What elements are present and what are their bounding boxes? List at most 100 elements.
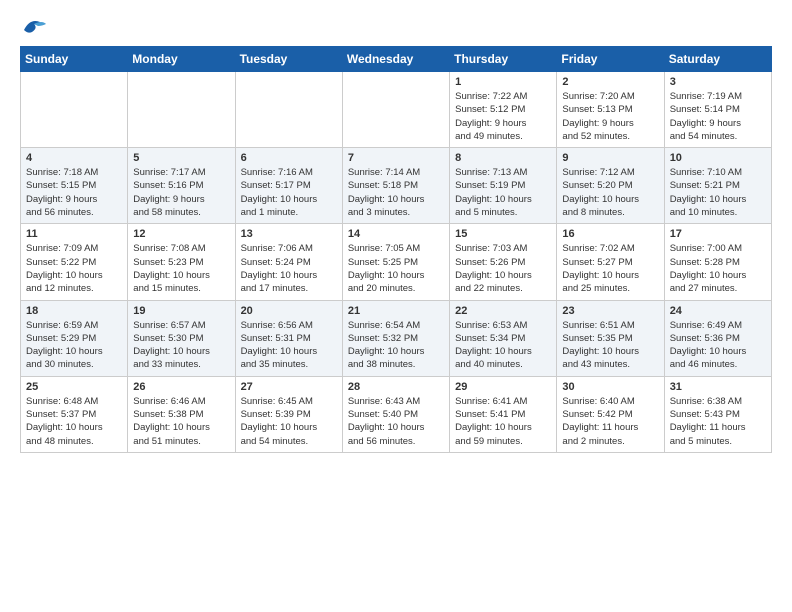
calendar-day-cell: 10Sunrise: 7:10 AMSunset: 5:21 PMDayligh… — [664, 148, 771, 224]
day-info: Sunrise: 7:22 AMSunset: 5:12 PMDaylight:… — [455, 90, 551, 143]
calendar-header-monday: Monday — [128, 47, 235, 72]
day-number: 9 — [562, 152, 658, 164]
day-number: 21 — [348, 305, 444, 317]
day-number: 11 — [26, 228, 122, 240]
day-number: 4 — [26, 152, 122, 164]
calendar-empty-cell — [342, 72, 449, 148]
page: SundayMondayTuesdayWednesdayThursdayFrid… — [0, 0, 792, 469]
calendar-day-cell: 19Sunrise: 6:57 AMSunset: 5:30 PMDayligh… — [128, 300, 235, 376]
calendar-day-cell: 24 Sunrise: 6:49 AMSunset: 5:36 PMDayligh… — [664, 300, 771, 376]
day-number: 24 — [670, 305, 766, 317]
day-info: Sunrise: 7:20 AMSunset: 5:13 PMDaylight:… — [562, 90, 658, 143]
calendar-day-cell: 28 Sunrise: 6:43 AMSunset: 5:40 PMDayligh… — [342, 376, 449, 452]
day-number: 14 — [348, 228, 444, 240]
calendar-header-saturday: Saturday — [664, 47, 771, 72]
day-info: Sunrise: 6:40 AMSunset: 5:42 PMDaylight:… — [562, 395, 658, 448]
calendar-day-cell: 7Sunrise: 7:14 AMSunset: 5:18 PMDaylight… — [342, 148, 449, 224]
day-number: 31 — [670, 381, 766, 393]
day-number: 8 — [455, 152, 551, 164]
calendar-day-cell: 4 Sunrise: 7:18 AMSunset: 5:15 PMDaylight… — [21, 148, 128, 224]
calendar-header-thursday: Thursday — [450, 47, 557, 72]
calendar-day-cell: 8 Sunrise: 7:13 AMSunset: 5:19 PMDaylight… — [450, 148, 557, 224]
day-number: 1 — [455, 76, 551, 88]
day-info: Sunrise: 7:17 AMSunset: 5:16 PMDaylight:… — [133, 166, 229, 219]
calendar-day-cell: 30 Sunrise: 6:40 AMSunset: 5:42 PMDayligh… — [557, 376, 664, 452]
day-info: Sunrise: 6:53 AMSunset: 5:34 PMDaylight:… — [455, 319, 551, 372]
day-info: Sunrise: 7:13 AMSunset: 5:19 PMDaylight:… — [455, 166, 551, 219]
day-number: 13 — [241, 228, 337, 240]
calendar-day-cell: 18 Sunrise: 6:59 AMSunset: 5:29 PMDayligh… — [21, 300, 128, 376]
day-info: Sunrise: 6:48 AMSunset: 5:37 PMDaylight:… — [26, 395, 122, 448]
day-number: 26 — [133, 381, 229, 393]
calendar-week-row: 11 Sunrise: 7:09 AMSunset: 5:22 PMDayligh… — [21, 224, 772, 300]
day-number: 22 — [455, 305, 551, 317]
day-number: 30 — [562, 381, 658, 393]
calendar-day-cell: 31 Sunrise: 6:38 AMSunset: 5:43 PMDayligh… — [664, 376, 771, 452]
calendar-header-wednesday: Wednesday — [342, 47, 449, 72]
logo — [20, 16, 48, 38]
day-info: Sunrise: 7:09 AMSunset: 5:22 PMDaylight:… — [26, 242, 122, 295]
calendar-day-cell: 23Sunrise: 6:51 AMSunset: 5:35 PMDayligh… — [557, 300, 664, 376]
day-info: Sunrise: 7:12 AMSunset: 5:20 PMDaylight:… — [562, 166, 658, 219]
calendar-day-cell: 9 Sunrise: 7:12 AMSunset: 5:20 PMDaylight… — [557, 148, 664, 224]
day-info: Sunrise: 7:10 AMSunset: 5:21 PMDaylight:… — [670, 166, 766, 219]
day-number: 20 — [241, 305, 337, 317]
day-info: Sunrise: 7:19 AMSunset: 5:14 PMDaylight:… — [670, 90, 766, 143]
day-info: Sunrise: 7:18 AMSunset: 5:15 PMDaylight:… — [26, 166, 122, 219]
calendar-empty-cell — [235, 72, 342, 148]
day-info: Sunrise: 6:56 AMSunset: 5:31 PMDaylight:… — [241, 319, 337, 372]
day-number: 12 — [133, 228, 229, 240]
day-number: 18 — [26, 305, 122, 317]
day-info: Sunrise: 6:57 AMSunset: 5:30 PMDaylight:… — [133, 319, 229, 372]
day-number: 2 — [562, 76, 658, 88]
calendar-week-row: 18 Sunrise: 6:59 AMSunset: 5:29 PMDayligh… — [21, 300, 772, 376]
calendar-day-cell: 25 Sunrise: 6:48 AMSunset: 5:37 PMDayligh… — [21, 376, 128, 452]
calendar-day-cell: 17 Sunrise: 7:00 AMSunset: 5:28 PMDayligh… — [664, 224, 771, 300]
day-number: 3 — [670, 76, 766, 88]
day-info: Sunrise: 6:43 AMSunset: 5:40 PMDaylight:… — [348, 395, 444, 448]
day-info: Sunrise: 6:51 AMSunset: 5:35 PMDaylight:… — [562, 319, 658, 372]
calendar-day-cell: 21 Sunrise: 6:54 AMSunset: 5:32 PMDayligh… — [342, 300, 449, 376]
calendar-header-tuesday: Tuesday — [235, 47, 342, 72]
day-number: 6 — [241, 152, 337, 164]
calendar-day-cell: 14Sunrise: 7:05 AMSunset: 5:25 PMDayligh… — [342, 224, 449, 300]
calendar-header-friday: Friday — [557, 47, 664, 72]
day-info: Sunrise: 6:38 AMSunset: 5:43 PMDaylight:… — [670, 395, 766, 448]
calendar-day-cell: 11 Sunrise: 7:09 AMSunset: 5:22 PMDayligh… — [21, 224, 128, 300]
calendar-table: SundayMondayTuesdayWednesdayThursdayFrid… — [20, 46, 772, 453]
calendar-day-cell: 5 Sunrise: 7:17 AMSunset: 5:16 PMDaylight… — [128, 148, 235, 224]
logo-bird-icon — [20, 16, 48, 38]
calendar-week-row: 25 Sunrise: 6:48 AMSunset: 5:37 PMDayligh… — [21, 376, 772, 452]
day-number: 5 — [133, 152, 229, 164]
calendar-day-cell: 15Sunrise: 7:03 AMSunset: 5:26 PMDayligh… — [450, 224, 557, 300]
calendar-day-cell: 13 Sunrise: 7:06 AMSunset: 5:24 PMDayligh… — [235, 224, 342, 300]
calendar-header-sunday: Sunday — [21, 47, 128, 72]
calendar-day-cell: 27Sunrise: 6:45 AMSunset: 5:39 PMDayligh… — [235, 376, 342, 452]
day-number: 29 — [455, 381, 551, 393]
calendar-day-cell: 2 Sunrise: 7:20 AMSunset: 5:13 PMDaylight… — [557, 72, 664, 148]
calendar-day-cell: 22 Sunrise: 6:53 AMSunset: 5:34 PMDayligh… — [450, 300, 557, 376]
day-info: Sunrise: 6:41 AMSunset: 5:41 PMDaylight:… — [455, 395, 551, 448]
day-number: 17 — [670, 228, 766, 240]
calendar-day-cell: 3 Sunrise: 7:19 AMSunset: 5:14 PMDaylight… — [664, 72, 771, 148]
calendar-day-cell: 12Sunrise: 7:08 AMSunset: 5:23 PMDayligh… — [128, 224, 235, 300]
day-number: 25 — [26, 381, 122, 393]
day-number: 16 — [562, 228, 658, 240]
calendar-week-row: 4 Sunrise: 7:18 AMSunset: 5:15 PMDaylight… — [21, 148, 772, 224]
day-info: Sunrise: 6:59 AMSunset: 5:29 PMDaylight:… — [26, 319, 122, 372]
calendar-day-cell: 26 Sunrise: 6:46 AMSunset: 5:38 PMDayligh… — [128, 376, 235, 452]
calendar-header-row: SundayMondayTuesdayWednesdayThursdayFrid… — [21, 47, 772, 72]
calendar-day-cell: 20 Sunrise: 6:56 AMSunset: 5:31 PMDayligh… — [235, 300, 342, 376]
day-info: Sunrise: 7:00 AMSunset: 5:28 PMDaylight:… — [670, 242, 766, 295]
day-info: Sunrise: 6:54 AMSunset: 5:32 PMDaylight:… — [348, 319, 444, 372]
day-info: Sunrise: 7:14 AMSunset: 5:18 PMDaylight:… — [348, 166, 444, 219]
calendar-day-cell: 1 Sunrise: 7:22 AMSunset: 5:12 PMDaylight… — [450, 72, 557, 148]
calendar-week-row: 1 Sunrise: 7:22 AMSunset: 5:12 PMDaylight… — [21, 72, 772, 148]
day-info: Sunrise: 7:06 AMSunset: 5:24 PMDaylight:… — [241, 242, 337, 295]
day-info: Sunrise: 7:02 AMSunset: 5:27 PMDaylight:… — [562, 242, 658, 295]
header — [20, 16, 772, 38]
day-info: Sunrise: 6:46 AMSunset: 5:38 PMDaylight:… — [133, 395, 229, 448]
day-info: Sunrise: 6:49 AMSunset: 5:36 PMDaylight:… — [670, 319, 766, 372]
calendar-day-cell: 16 Sunrise: 7:02 AMSunset: 5:27 PMDayligh… — [557, 224, 664, 300]
day-number: 28 — [348, 381, 444, 393]
